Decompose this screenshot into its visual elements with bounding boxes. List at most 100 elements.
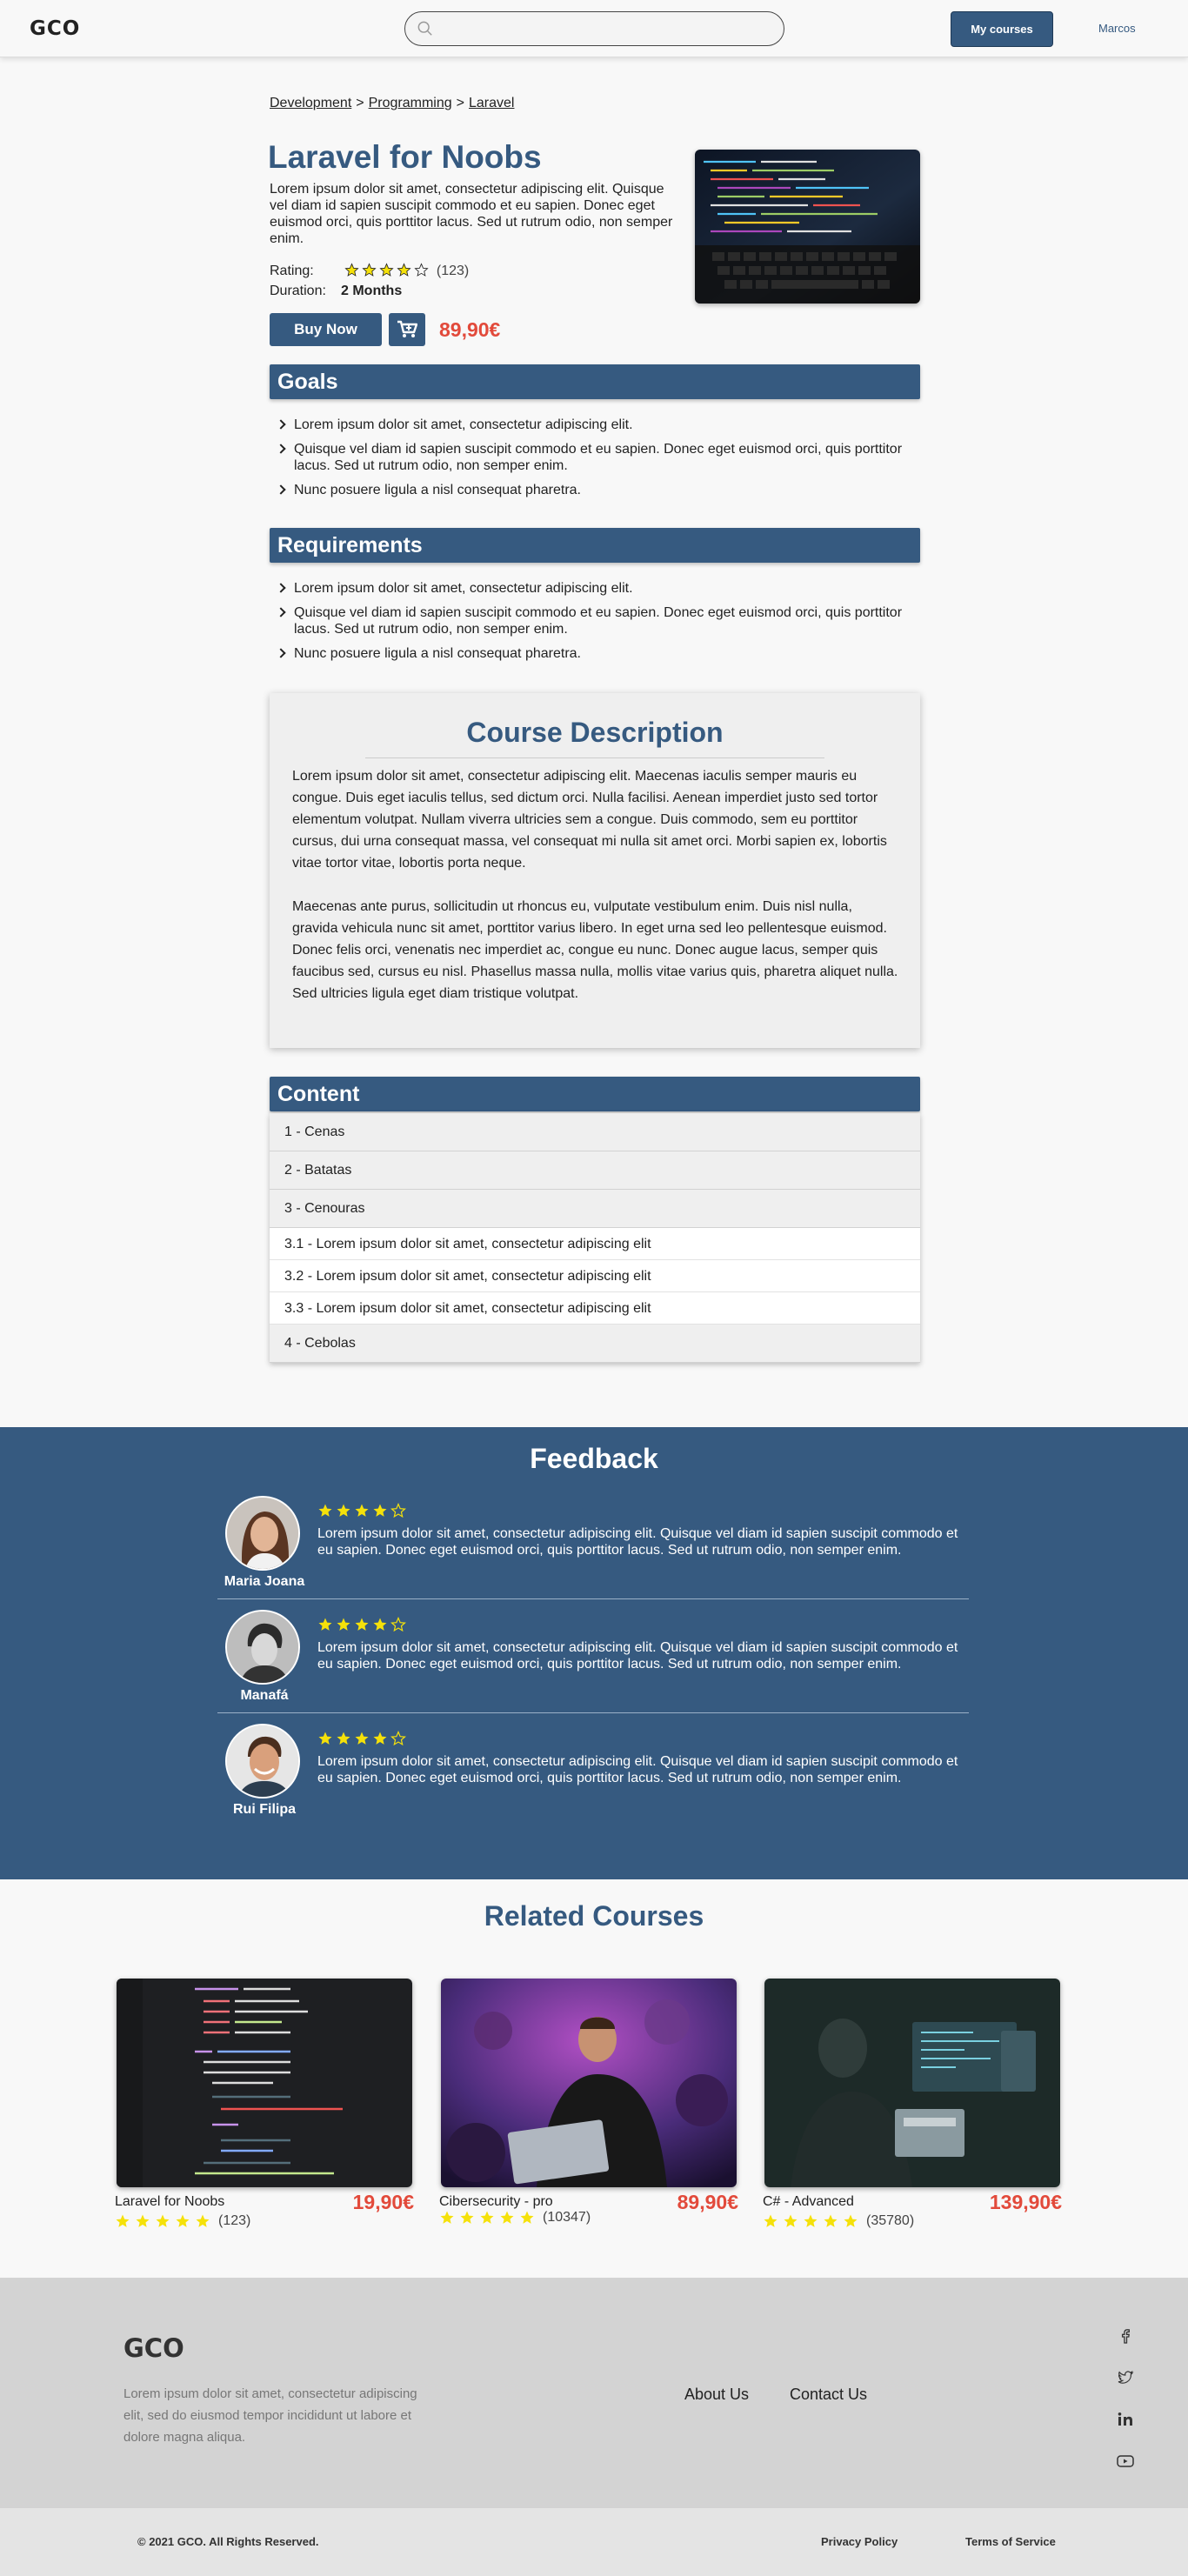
star-icon [156,2214,170,2227]
lesson-item[interactable]: 3.1 - Lorem ipsum dolor sit amet, consec… [270,1228,920,1260]
course-title: Laravel for Noobs [268,139,542,175]
site-logo[interactable]: GCO [30,17,80,40]
facebook-icon[interactable] [1116,2326,1135,2346]
terms-of-service-link[interactable]: Terms of Service [965,2535,1056,2548]
course-card-rating-count: (35780) [866,2213,915,2228]
youtube-icon[interactable] [1116,2452,1135,2471]
course-card-title[interactable]: Laravel for Noobs [115,2194,224,2210]
breadcrumb-laravel[interactable]: Laravel [469,96,514,110]
star-icon [196,2214,210,2227]
contact-us-link[interactable]: Contact Us [790,2386,867,2404]
feedback-item: Manafá Lorem ipsum dolor sit amet, conse… [217,1610,969,1724]
my-courses-button[interactable]: My courses [951,11,1053,47]
course-card-rating-count: (123) [218,2213,251,2228]
course-card[interactable]: Cibersecurity - pro 89,90€ (10347) [439,1979,738,2231]
user-menu[interactable]: Marcos [1098,22,1136,35]
divider [365,757,824,758]
course-price: 89,90€ [439,318,501,341]
avatar [225,1610,300,1685]
course-card-price: 139,90€ [989,2191,1062,2213]
star-icon [337,1504,350,1517]
description-paragraph: Lorem ipsum dolor sit amet, consectetur … [292,769,887,871]
review-rating [317,1617,406,1632]
rating-row: Rating: (123) [270,263,469,279]
divider [217,1598,969,1599]
star-icon [344,263,360,277]
requirement-item: Quisque vel diam id sapien suscipit comm… [275,604,918,637]
footer-bottom-bar: © 2021 GCO. All Rights Reserved. Privacy… [0,2508,1188,2576]
lesson-item[interactable]: 3.3 - Lorem ipsum dolor sit amet, consec… [270,1292,920,1325]
requirements-list: Lorem ipsum dolor sit amet, consectetur … [275,580,918,670]
review-rating [317,1731,406,1746]
course-image [695,150,920,304]
breadcrumb-development[interactable]: Development [270,96,351,110]
star-icon [318,1732,332,1745]
footer-logo[interactable]: GCO [123,2333,184,2363]
search-input[interactable] [404,11,784,46]
star-icon [460,2211,474,2224]
star-icon [337,1732,350,1745]
privacy-policy-link[interactable]: Privacy Policy [821,2535,898,2548]
course-card-title[interactable]: C# - Advanced [763,2194,854,2210]
content-heading: Content [270,1077,920,1111]
star-icon [804,2214,818,2227]
course-card-rating: (35780) [763,2213,914,2229]
breadcrumb-separator: > [356,96,364,110]
course-card-image[interactable] [117,1979,412,2187]
chapter-item[interactable]: 2 - Batatas [270,1151,920,1190]
twitter-icon[interactable] [1116,2368,1135,2387]
feedback-heading: Feedback [530,1443,658,1474]
related-courses-heading: Related Courses [484,1900,704,1932]
star-icon [337,1618,350,1631]
feedback-section: Feedback Maria Joana Lorem ipsum dolor s… [0,1427,1188,1879]
star-icon [136,2214,150,2227]
linkedin-icon[interactable] [1116,2410,1135,2429]
star-empty-icon [390,1503,406,1518]
course-card[interactable]: Laravel for Noobs 19,90€ (123) [115,1979,414,2231]
add-to-cart-button[interactable] [389,313,425,346]
cart-icon [397,320,417,337]
avatar [225,1724,300,1799]
content-accordion: 1 - Cenas 2 - Batatas 3 - Cenouras 3.1 -… [270,1113,920,1363]
breadcrumb-programming[interactable]: Programming [369,96,452,110]
goals-heading: Goals [270,364,920,399]
chapter-item-expanded[interactable]: 3 - Cenouras [270,1190,920,1228]
star-icon [176,2214,190,2227]
buy-now-button[interactable]: Buy Now [270,313,382,346]
goal-item: Quisque vel diam id sapien suscipit comm… [275,441,918,474]
lesson-item[interactable]: 3.2 - Lorem ipsum dolor sit amet, consec… [270,1260,920,1292]
breadcrumb: Development > Programming > Laravel [270,96,514,111]
star-icon [318,1618,332,1631]
about-us-link[interactable]: About Us [684,2386,749,2404]
star-icon [844,2214,858,2227]
course-card[interactable]: C# - Advanced 139,90€ (35780) [763,1979,1062,2231]
star-icon [480,2211,494,2224]
feedback-item: Rui Filipa Lorem ipsum dolor sit amet, c… [217,1724,969,1838]
course-rating-stars [344,263,430,277]
rating-label: Rating: [270,264,314,278]
duration-row: Duration: 2 Months [270,284,402,299]
description-paragraph: Maecenas ante purus, sollicitudin ut rho… [292,899,898,1001]
requirements-heading: Requirements [270,528,920,563]
star-icon [520,2211,534,2224]
star-empty-icon [390,1617,406,1632]
course-card-rating: (10347) [439,2210,591,2226]
reviewer-name: Maria Joana [224,1574,305,1589]
duration-value: 2 Months [341,284,403,298]
course-card-title[interactable]: Cibersecurity - pro [439,2194,553,2210]
course-card-rating: (123) [115,2213,250,2229]
course-card-image[interactable] [764,1979,1060,2187]
course-card-image[interactable] [441,1979,737,2187]
course-card-price: 19,90€ [352,2191,414,2213]
rating-count: (123) [436,264,470,278]
chapter-item[interactable]: 4 - Cebolas [270,1325,920,1363]
star-icon [784,2214,798,2227]
goals-list: Lorem ipsum dolor sit amet, consectetur … [275,417,918,506]
chapter-item[interactable]: 1 - Cenas [270,1113,920,1151]
star-icon [373,1618,387,1631]
navbar: GCO My courses Marcos [0,0,1188,57]
star-icon [500,2211,514,2224]
star-empty-icon [414,263,430,277]
star-icon [355,1732,369,1745]
star-icon [379,263,395,277]
